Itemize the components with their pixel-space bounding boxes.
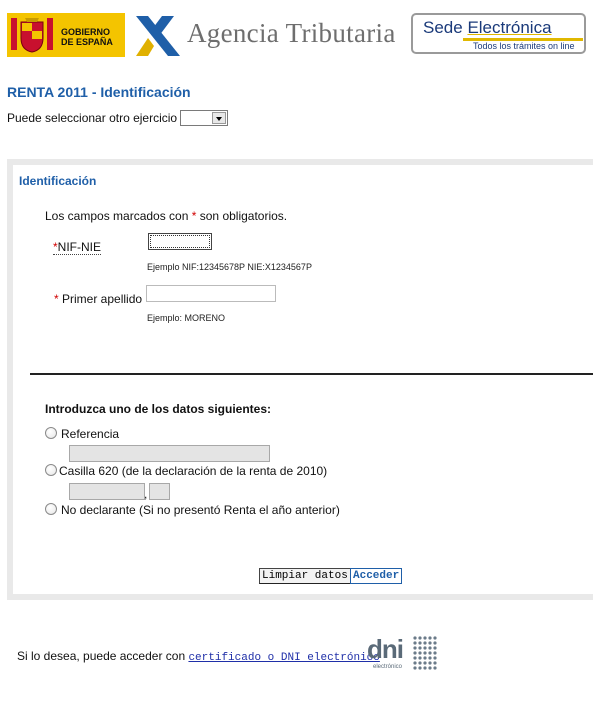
options-intro: Introduzca uno de los datos siguientes: [45, 402, 272, 416]
agency-name: Agencia Tributaria [187, 18, 396, 48]
casilla-620-decimal-input[interactable] [149, 483, 170, 500]
apellido-example: Ejemplo: MORENO [147, 313, 226, 323]
referencia-label: Referencia [61, 427, 120, 441]
nif-label: *NIF-NIE [53, 240, 102, 255]
nif-example: Ejemplo NIF:12345678P NIE:X1234567P [147, 262, 312, 272]
agencia-tributaria-logo-icon [136, 16, 180, 56]
gobierno-line2: DE ESPAÑA [61, 37, 113, 47]
casilla-620-label: Casilla 620 (de la declaración de la ren… [59, 464, 328, 478]
required-note: Los campos marcados con * son obligatori… [45, 209, 288, 223]
section-title: Identificación [19, 174, 97, 188]
page-title: RENTA 2011 - Identificación [7, 84, 191, 100]
sede-electronica-link[interactable]: Sede Electrónica Todos los trámites on l… [411, 13, 586, 54]
limpiar-datos-button[interactable]: Limpiar datos [259, 568, 351, 584]
acceder-button[interactable]: Acceder [350, 568, 403, 584]
identificacion-panel: Identificación Los campos marcados con *… [7, 159, 593, 600]
decimal-separator: , [144, 487, 148, 501]
casilla-620-radio[interactable] [45, 464, 57, 476]
gobierno-logo: GOBIERNO DE ESPAÑA [7, 13, 125, 57]
ejercicio-label: Puede seleccionar otro ejercicio [7, 111, 178, 125]
no-declarante-radio[interactable] [45, 503, 57, 515]
referencia-radio[interactable] [45, 427, 57, 439]
ejercicio-select[interactable] [180, 110, 229, 126]
dni-logo-text: dni [367, 634, 404, 664]
sede-title-part1: Sede [423, 18, 468, 37]
dni-dots-icon [413, 636, 437, 670]
identificacion-form: Identificación Los campos marcados con *… [13, 165, 593, 594]
gobierno-line1: GOBIERNO [61, 27, 111, 37]
no-declarante-label: No declarante (Si no presentó Renta el a… [61, 503, 340, 517]
chevron-down-icon[interactable] [212, 112, 227, 124]
dni-electronico-logo: dni electrónico [365, 630, 445, 678]
footer: Si lo desea, puede acceder con certifica… [17, 649, 380, 664]
sede-subtitle: Todos los trámites on line [473, 41, 575, 51]
divider [30, 373, 593, 375]
coat-of-arms-icon [11, 18, 53, 53]
apellido-input[interactable] [146, 285, 276, 302]
casilla-620-integer-input[interactable] [69, 483, 145, 500]
sede-title-part2: Electrónica [467, 18, 552, 37]
certificado-dni-link[interactable]: certificado o DNI electrónico [188, 652, 379, 664]
referencia-input[interactable] [69, 445, 270, 462]
ejercicio-row: Puede seleccionar otro ejercicio [7, 110, 229, 126]
apellido-label: * Primer apellido [54, 292, 143, 306]
dni-logo-subtext: electrónico [373, 664, 403, 670]
footer-text: Si lo desea, puede acceder con [17, 649, 189, 663]
nif-input[interactable] [148, 233, 212, 250]
page-header: GOBIERNO DE ESPAÑA Agencia Tributaria Se… [0, 0, 593, 62]
